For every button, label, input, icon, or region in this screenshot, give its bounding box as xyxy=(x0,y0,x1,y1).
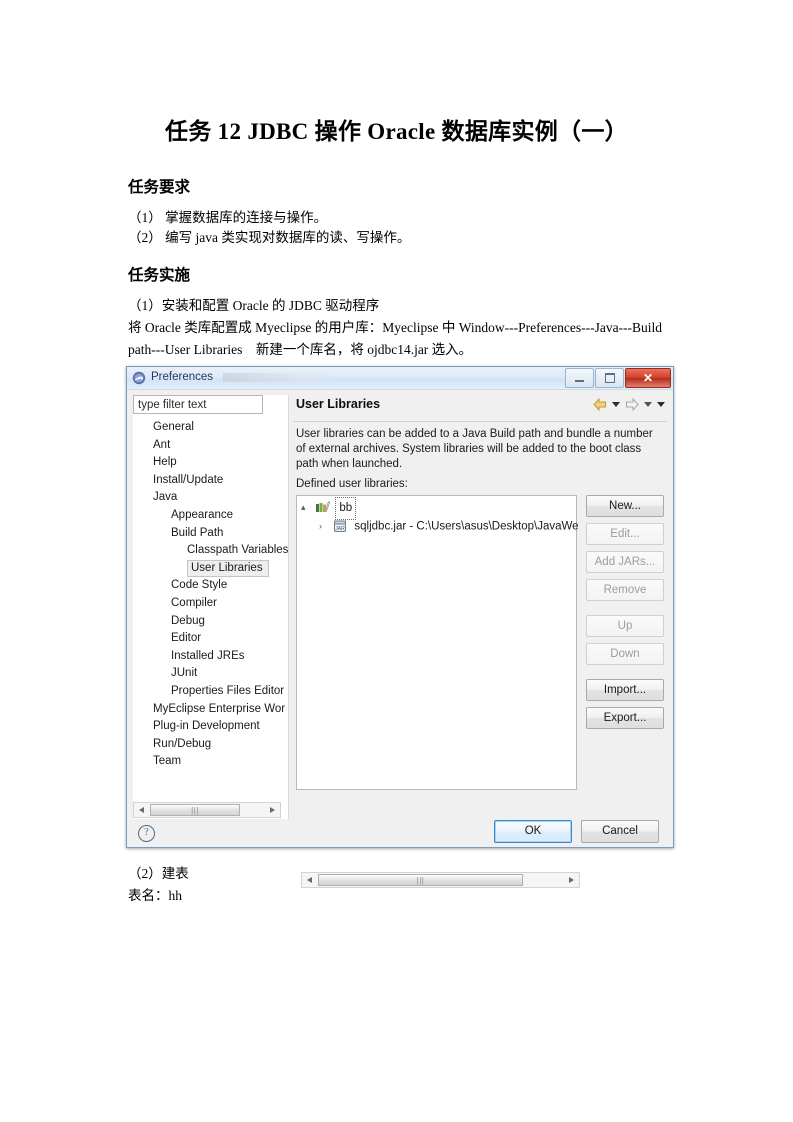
tree-item-team[interactable]: Team xyxy=(133,753,288,771)
list-scroll-grip: ||| xyxy=(416,875,425,885)
export-button[interactable]: Export... xyxy=(586,707,664,729)
add-jars-button[interactable]: Add JARs... xyxy=(586,551,664,573)
library-row-jar[interactable]: › JAR sqljdbc.jar - C:\Users\asus\Deskto… xyxy=(297,517,579,536)
library-name-bb: bb xyxy=(335,496,357,520)
tree-item-install-update[interactable]: Install/Update xyxy=(133,472,288,490)
document-page: 任务 12 JDBC 操作 Oracle 数据库实例（一） 任务要求 （1） 掌… xyxy=(0,0,793,1122)
dialog-title: Preferences xyxy=(151,371,214,383)
tree-item-myeclipse-enterprise-workbench[interactable]: MyEclipse Enterprise Wor xyxy=(133,701,288,719)
tree-item-installed-jres[interactable]: Installed JREs xyxy=(133,648,288,666)
tree-item-general[interactable]: General xyxy=(133,419,288,437)
collapse-expander-icon[interactable]: ▴ xyxy=(301,498,312,517)
tree-item-junit[interactable]: JUnit xyxy=(133,665,288,683)
page-header: User Libraries xyxy=(293,395,667,422)
user-libraries-list[interactable]: ▴ bb › JAR sqljdbc.jar - C:\Users\asus\D… xyxy=(296,495,580,888)
tree-item-editor[interactable]: Editor xyxy=(133,630,288,648)
preferences-tree-pane: type filter text General Ant Help Instal… xyxy=(133,395,289,819)
tree-item-java[interactable]: Java xyxy=(133,489,288,507)
library-icon xyxy=(315,500,331,514)
jar-icon: JAR xyxy=(333,519,347,533)
scroll-right-arrow-icon[interactable] xyxy=(265,803,280,817)
after-figure-line-1: （2）建表 xyxy=(128,866,189,881)
expand-expander-icon[interactable]: › xyxy=(319,517,330,536)
svg-text:JAR: JAR xyxy=(335,526,345,532)
filter-input[interactable]: type filter text xyxy=(133,395,263,414)
defined-user-libraries-label: Defined user libraries: xyxy=(296,478,408,490)
close-icon: ✕ xyxy=(642,371,654,385)
tree-item-code-style[interactable]: Code Style xyxy=(133,577,288,595)
tree-item-plug-in-development[interactable]: Plug-in Development xyxy=(133,718,288,736)
page-title: 任务 12 JDBC 操作 Oracle 数据库实例（一） xyxy=(165,119,628,144)
user-libraries-page: User Libraries User libraries can be add… xyxy=(293,395,667,888)
forward-dropdown-icon[interactable] xyxy=(644,402,652,407)
maximize-icon xyxy=(596,369,623,387)
cancel-button[interactable]: Cancel xyxy=(581,820,659,843)
tree-item-compiler[interactable]: Compiler xyxy=(133,595,288,613)
tree-horizontal-scrollbar[interactable]: ||| xyxy=(133,802,281,818)
dialog-titlebar: Preferences ✕ xyxy=(127,367,673,390)
library-list-horizontal-scrollbar[interactable]: ||| xyxy=(301,872,580,888)
window-controls: ✕ xyxy=(564,368,671,388)
requirement-item-1: （1） 掌握数据库的连接与操作。 xyxy=(128,210,328,225)
page-header-title: User Libraries xyxy=(296,397,381,411)
minimize-icon xyxy=(566,369,593,387)
maximize-button[interactable] xyxy=(595,368,624,388)
tree-item-ant[interactable]: Ant xyxy=(133,437,288,455)
tree-item-help[interactable]: Help xyxy=(133,454,288,472)
minimize-button[interactable] xyxy=(565,368,594,388)
back-arrow-icon[interactable] xyxy=(593,397,607,412)
implementation-line-3: path---User Libraries 新建一个库名，将 ojdbc14.j… xyxy=(128,342,473,357)
scroll-thumb[interactable]: ||| xyxy=(150,804,240,816)
list-scroll-thumb[interactable]: ||| xyxy=(318,874,523,886)
close-button[interactable]: ✕ xyxy=(625,368,671,388)
tree-item-debug[interactable]: Debug xyxy=(133,613,288,631)
tree-item-user-libraries-row: User Libraries xyxy=(133,559,288,578)
help-icon[interactable]: ? xyxy=(138,825,155,842)
implementation-line-1: （1）安装和配置 Oracle 的 JDBC 驱动程序 xyxy=(128,298,380,313)
dialog-title-redacted xyxy=(223,373,333,382)
list-scroll-right-arrow-icon[interactable] xyxy=(564,873,579,887)
section-heading-implementation: 任务实施 xyxy=(128,267,191,284)
new-button[interactable]: New... xyxy=(586,495,664,517)
back-dropdown-icon[interactable] xyxy=(612,402,620,407)
remove-button[interactable]: Remove xyxy=(586,579,664,601)
import-button[interactable]: Import... xyxy=(586,679,664,701)
page-navigation-icons xyxy=(593,397,665,412)
scroll-grip: ||| xyxy=(191,805,199,815)
library-jar-path: sqljdbc.jar - C:\Users\asus\Desktop\Java… xyxy=(354,520,579,533)
preferences-tree[interactable]: General Ant Help Install/Update Java App… xyxy=(133,419,288,794)
scroll-left-arrow-icon[interactable] xyxy=(134,803,149,817)
tree-item-build-path[interactable]: Build Path xyxy=(133,525,288,543)
section-heading-requirements: 任务要求 xyxy=(128,179,191,196)
tree-item-user-libraries[interactable]: User Libraries xyxy=(187,559,269,577)
tree-item-classpath-variables[interactable]: Classpath Variables xyxy=(133,542,288,560)
edit-button[interactable]: Edit... xyxy=(586,523,664,545)
tree-item-appearance[interactable]: Appearance xyxy=(133,507,288,525)
page-description: User libraries can be added to a Java Bu… xyxy=(296,428,653,470)
down-button[interactable]: Down xyxy=(586,643,664,665)
tree-item-properties-files-editor[interactable]: Properties Files Editor xyxy=(133,683,288,701)
ok-button[interactable]: OK xyxy=(494,820,572,843)
list-scroll-left-arrow-icon[interactable] xyxy=(302,873,317,887)
eclipse-icon xyxy=(132,371,146,385)
preferences-dialog: Preferences ✕ type filter text General A… xyxy=(126,366,674,888)
up-button[interactable]: Up xyxy=(586,615,664,637)
filter-placeholder: type filter text xyxy=(138,399,207,411)
implementation-line-2: 将 Oracle 类库配置成 Myeclipse 的用户库：Myeclipse … xyxy=(128,320,663,335)
dialog-body: type filter text General Ant Help Instal… xyxy=(127,389,673,888)
forward-arrow-icon[interactable] xyxy=(625,397,639,412)
after-figure-line-2: 表名：hh xyxy=(128,888,182,903)
requirement-item-2: （2） 编写 java 类实现对数据库的读、写操作。 xyxy=(128,230,411,245)
tree-item-run-debug[interactable]: Run/Debug xyxy=(133,736,288,754)
library-row-bb[interactable]: ▴ bb xyxy=(297,496,576,520)
dialog-footer: ? OK Cancel xyxy=(127,820,673,847)
view-menu-icon[interactable] xyxy=(657,402,665,407)
